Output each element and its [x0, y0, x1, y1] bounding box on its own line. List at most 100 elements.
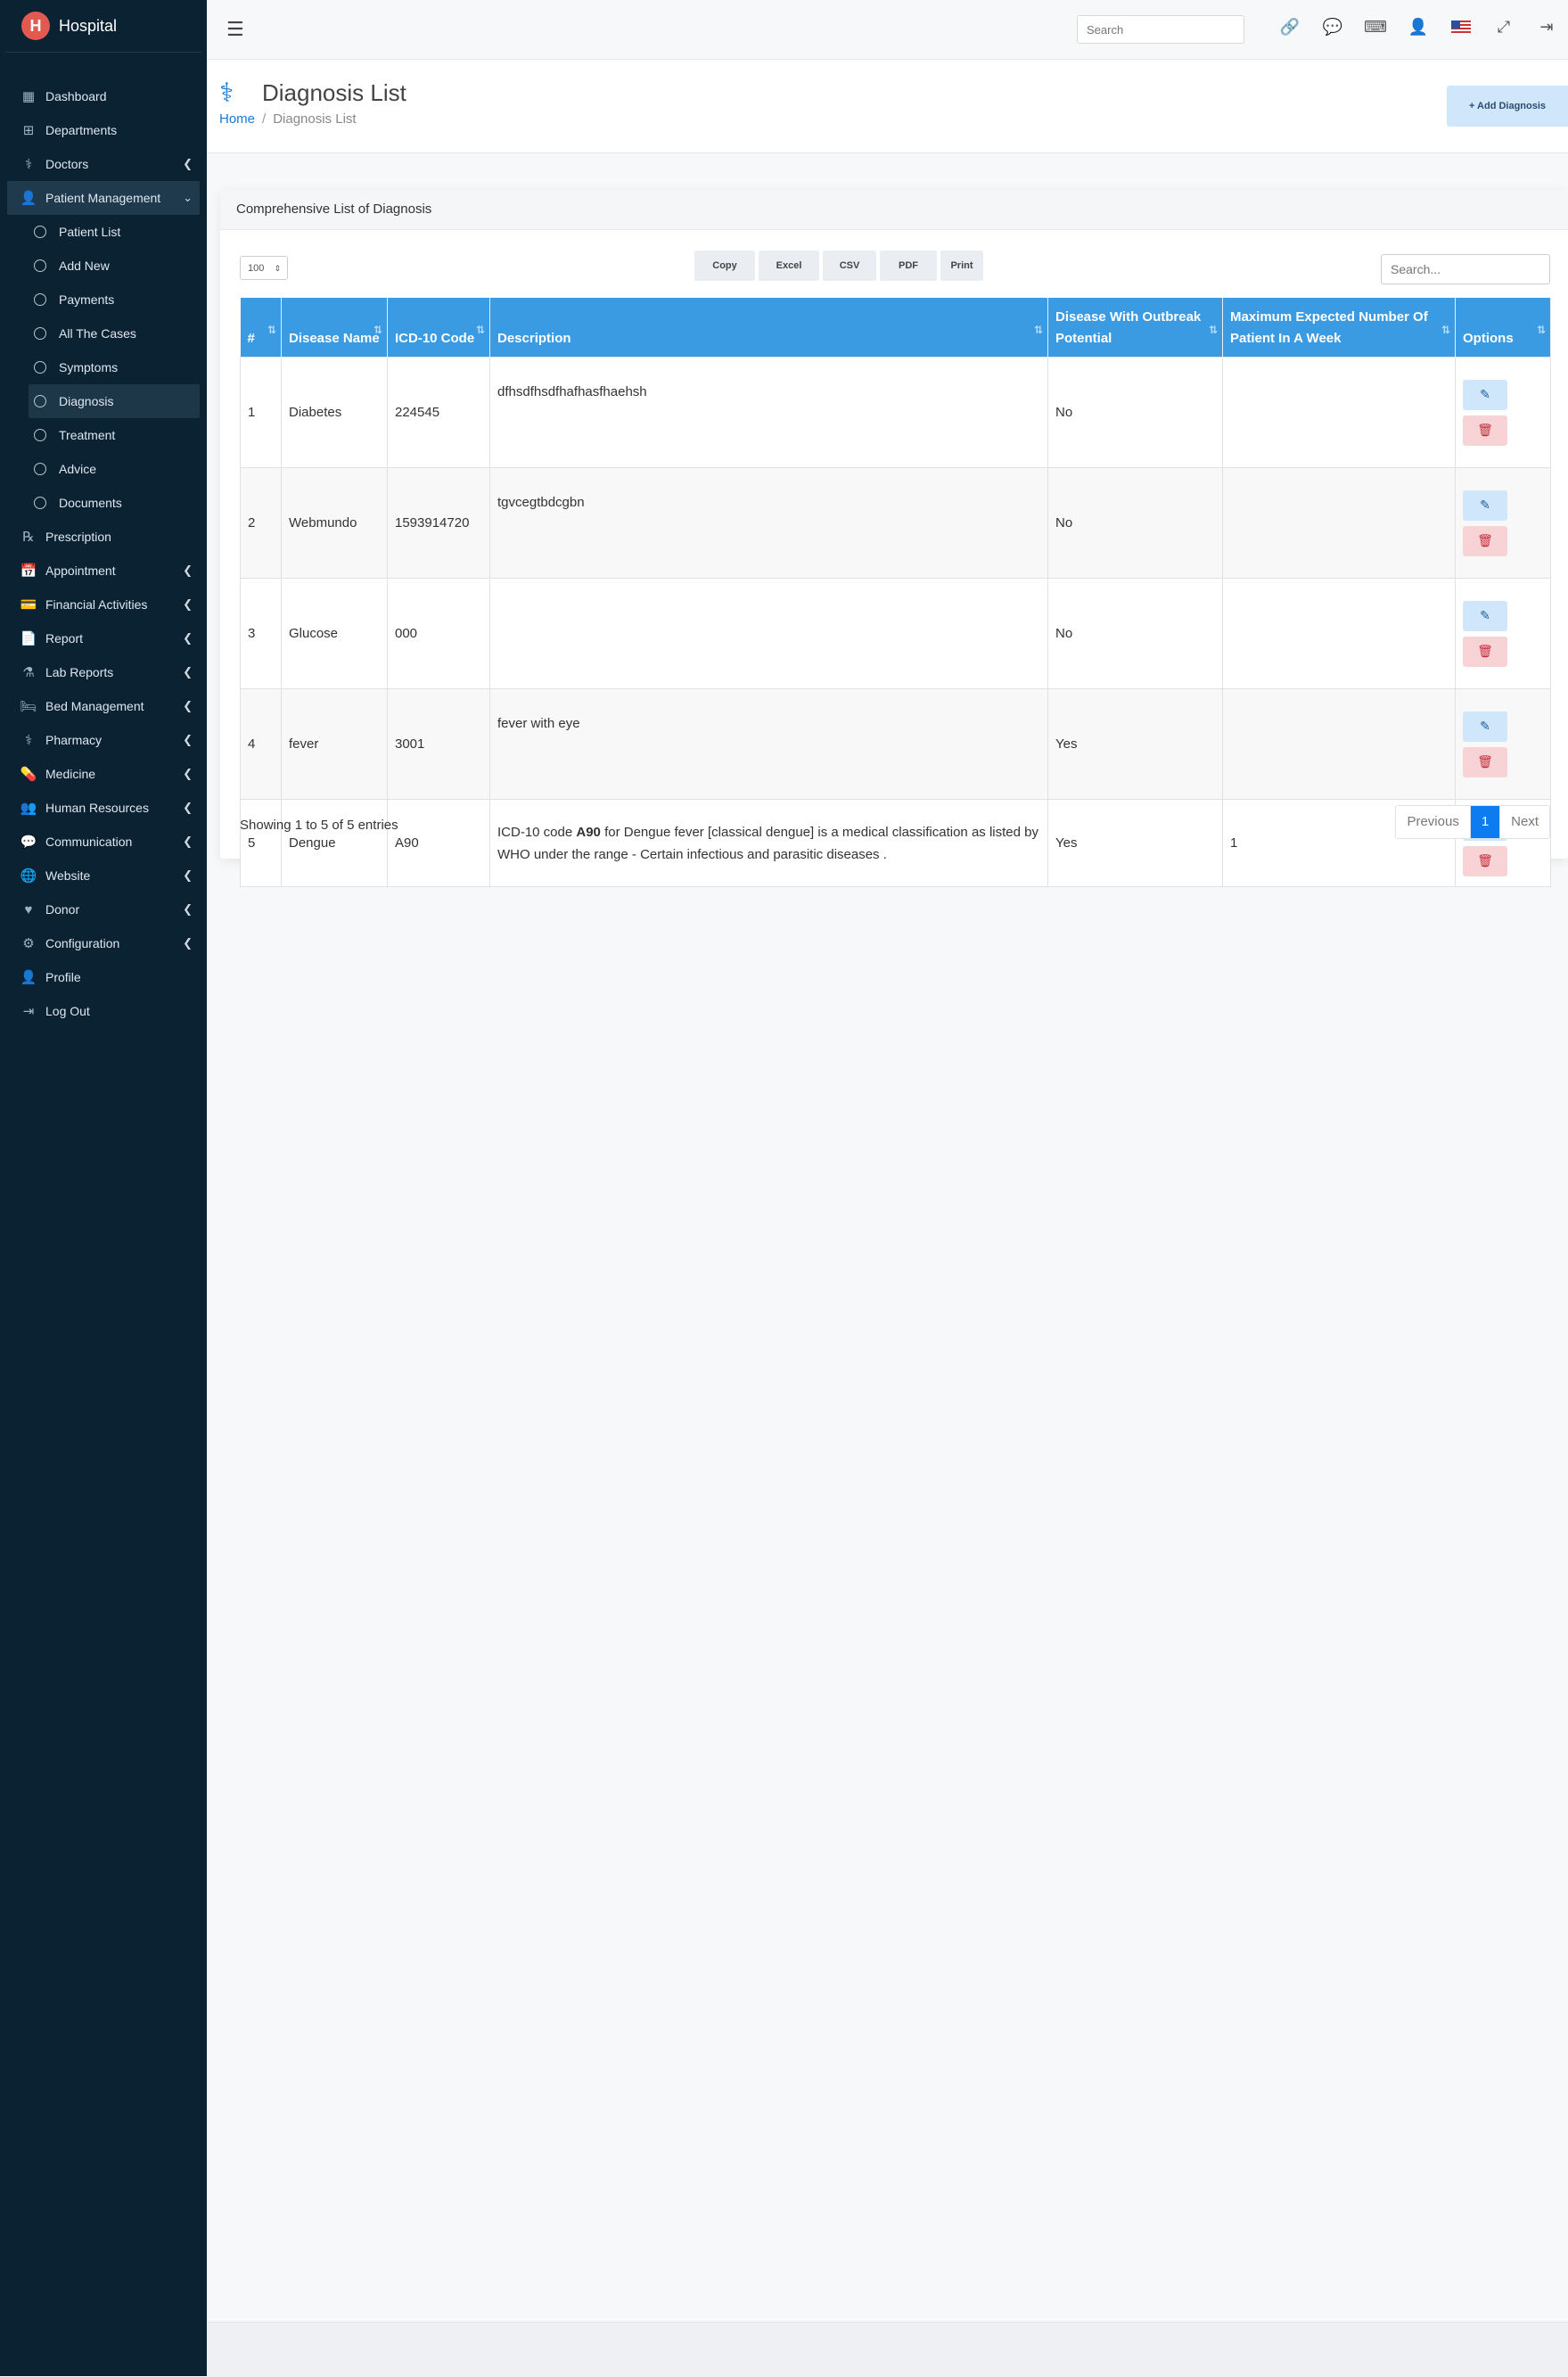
sidebar-item-prescription[interactable]: ℞ Prescription: [0, 520, 207, 554]
sidebar-subitem-payments[interactable]: Payments: [29, 283, 207, 317]
sidebar-item-patient-management[interactable]: 👤 Patient Management ⌄: [7, 181, 200, 215]
sidebar-item-medicine[interactable]: 💊 Medicine ❮: [0, 757, 207, 791]
sidebar-subitem-add-new[interactable]: Add New: [29, 249, 207, 283]
edit-button[interactable]: ✎: [1463, 379, 1507, 410]
cell-number: 3: [240, 578, 282, 689]
edit-button[interactable]: ✎: [1463, 711, 1507, 742]
user-md-icon: ⚕: [24, 157, 33, 172]
cell-disease-name: Webmundo: [281, 467, 388, 579]
sidebar-item-bed-management[interactable]: 🛏 Bed Management ❮: [0, 689, 207, 723]
page-length-value: 100: [248, 263, 265, 274]
csv-button[interactable]: CSV: [823, 251, 876, 281]
sidebar-item-appointment[interactable]: 📅 Appointment ❮: [0, 554, 207, 588]
sidebar-item-communication[interactable]: 💬 Communication ❮: [0, 825, 207, 859]
table-row: 2 Webmundo 1593914720 tgvcegtbdcgbn No ✎…: [240, 467, 1551, 579]
us-flag-icon[interactable]: [1440, 18, 1482, 37]
sidebar-subitem-diagnosis[interactable]: Diagnosis: [29, 384, 200, 418]
globe-icon: 🌐: [20, 868, 37, 884]
circle-icon: [34, 259, 46, 272]
hamburger-menu-icon[interactable]: ☰: [226, 18, 244, 41]
sidebar-subitem-treatment[interactable]: Treatment: [29, 418, 207, 452]
cell-disease-name: Diabetes: [281, 357, 388, 468]
keyboard-icon[interactable]: ⌨: [1354, 18, 1397, 37]
chevron-left-icon: ❮: [183, 631, 193, 645]
cell-max-patients: [1222, 357, 1456, 468]
sidebar-item-doctors[interactable]: ⚕ Doctors ❮: [0, 147, 207, 181]
pharmacy-icon: ⚕: [24, 733, 33, 748]
chevron-left-icon: ❮: [183, 801, 193, 814]
brand[interactable]: H Hospital: [5, 0, 201, 53]
user-icon[interactable]: 👤: [1397, 18, 1440, 37]
table-row: 1 Diabetes 224545 dfhsdfhsdfhafhasfhaehs…: [240, 357, 1551, 468]
sidebar-item-label: Log Out: [45, 1004, 90, 1018]
previous-page-button[interactable]: Previous: [1396, 806, 1471, 838]
add-diagnosis-button[interactable]: + Add Diagnosis: [1447, 86, 1568, 127]
sidebar-subitem-label: Symptoms: [59, 360, 119, 374]
export-buttons: Copy Excel CSV PDF Print: [694, 251, 987, 281]
cell-options: ✎🗑: [1455, 688, 1551, 800]
table-search-input[interactable]: [1381, 254, 1550, 284]
sidebar-subitem-label: Payments: [59, 292, 115, 307]
sidebar-subitem-label: Treatment: [59, 428, 116, 442]
sidebar-item-human-resources[interactable]: 👥 Human Resources ❮: [0, 791, 207, 825]
circle-icon: [34, 226, 46, 238]
cell-max-patients: [1222, 688, 1456, 800]
sidebar-item-dashboard[interactable]: ▦ Dashboard: [0, 79, 207, 113]
expand-icon[interactable]: ⤢: [1482, 18, 1525, 37]
sidebar-subitem-label: Documents: [59, 496, 122, 510]
chat-icon[interactable]: 💬: [1311, 18, 1354, 37]
next-page-button[interactable]: Next: [1500, 806, 1549, 838]
sidebar-subitem-all-cases[interactable]: All The Cases: [29, 317, 207, 350]
sidebar-item-donor[interactable]: ♥ Donor ❮: [0, 892, 207, 926]
print-button[interactable]: Print: [940, 251, 983, 281]
select-arrows-icon: ⇕: [274, 264, 281, 273]
column-header-options[interactable]: Options ⇅: [1455, 298, 1551, 358]
sort-icon: ⇅: [475, 324, 485, 336]
logout-icon[interactable]: ⇥: [1525, 18, 1568, 37]
edit-button[interactable]: ✎: [1463, 489, 1507, 521]
column-header-max-patients[interactable]: Maximum Expected Number Of Patient In A …: [1222, 298, 1456, 358]
sidebar-subitem-documents[interactable]: Documents: [29, 486, 207, 520]
page-1-button[interactable]: 1: [1470, 806, 1501, 838]
sidebar-item-lab-reports[interactable]: ⚗ Lab Reports ❮: [0, 655, 207, 689]
page-title: Diagnosis List: [262, 79, 406, 106]
sidebar-item-label: Communication: [45, 835, 133, 849]
column-header-outbreak[interactable]: Disease With Outbreak Potential ⇅: [1047, 298, 1223, 358]
edit-button[interactable]: ✎: [1463, 600, 1507, 631]
sidebar-item-pharmacy[interactable]: ⚕ Pharmacy ❮: [0, 723, 207, 757]
chevron-left-icon: ❮: [183, 665, 193, 679]
column-header-icd10[interactable]: ICD-10 Code ⇅: [387, 298, 490, 358]
delete-button[interactable]: 🗑: [1463, 845, 1507, 876]
breadcrumb-home[interactable]: Home: [219, 111, 255, 127]
sidebar-subitem-advice[interactable]: Advice: [29, 452, 207, 486]
pdf-button[interactable]: PDF: [880, 251, 937, 281]
table-info: Showing 1 to 5 of 5 entries: [240, 818, 398, 833]
link-icon[interactable]: 🔗: [1268, 18, 1311, 37]
column-header-number[interactable]: # ⇅: [240, 298, 282, 358]
sidebar-item-label: Report: [45, 631, 84, 646]
chevron-left-icon: ❮: [183, 699, 193, 712]
page-length-select[interactable]: 100 ⇕: [240, 256, 288, 280]
sidebar-subitem-symptoms[interactable]: Symptoms: [29, 350, 207, 384]
sidebar-subitem-patient-list[interactable]: Patient List: [29, 215, 207, 249]
delete-button[interactable]: 🗑: [1463, 415, 1507, 446]
column-header-disease-name[interactable]: Disease Name ⇅: [281, 298, 388, 358]
delete-button[interactable]: 🗑: [1463, 525, 1507, 556]
top-search-input[interactable]: [1077, 15, 1244, 44]
topbar: ☰ 🔗 💬 ⌨ 👤 ⤢ ⇥: [207, 0, 1568, 60]
sidebar-item-departments[interactable]: ⊞ Departments: [0, 113, 207, 147]
excel-button[interactable]: Excel: [759, 251, 819, 281]
sidebar-item-logout[interactable]: ⇥ Log Out: [0, 994, 207, 1028]
sidebar-item-configuration[interactable]: ⚙ Configuration ❮: [0, 926, 207, 960]
delete-button[interactable]: 🗑: [1463, 636, 1507, 667]
breadcrumb-current: Diagnosis List: [273, 111, 357, 127]
sidebar-item-website[interactable]: 🌐 Website ❮: [0, 859, 207, 892]
delete-button[interactable]: 🗑: [1463, 746, 1507, 777]
copy-button[interactable]: Copy: [694, 251, 755, 281]
sidebar-item-profile[interactable]: 👤 Profile: [0, 960, 207, 994]
sidebar-item-report[interactable]: 📄 Report ❮: [0, 621, 207, 655]
column-header-description[interactable]: Description ⇅: [489, 298, 1048, 358]
stethoscope-icon: ⚕: [219, 78, 234, 108]
sidebar-item-financial[interactable]: 💳 Financial Activities ❮: [0, 588, 207, 621]
chevron-left-icon: ❮: [183, 157, 193, 170]
